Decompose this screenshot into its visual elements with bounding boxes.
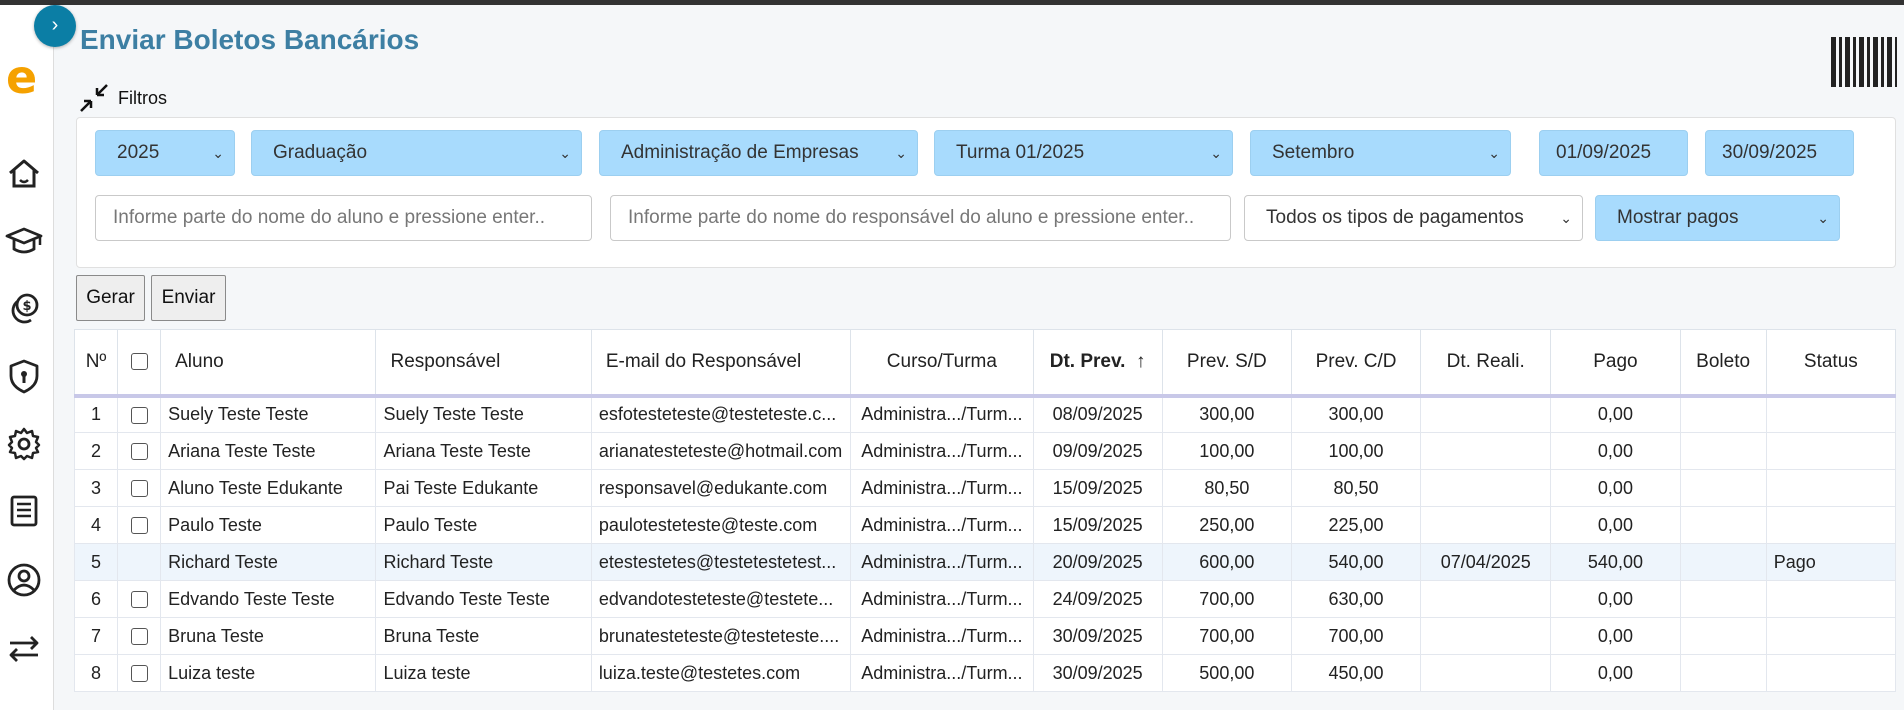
date-to-input[interactable]: 30/09/2025 — [1705, 130, 1854, 176]
row-checkbox[interactable] — [130, 591, 148, 609]
filters-toggle[interactable]: Filtros — [78, 83, 167, 113]
table-row[interactable]: 1 Suely Teste Teste Suely Teste Teste es… — [73, 395, 1897, 433]
row-checkbox[interactable] — [130, 628, 148, 646]
col-guardian-email[interactable]: E-mail do Responsável — [590, 329, 852, 398]
main-content: Enviar Boletos Bancários Filtros 2025 ⌄ G… — [54, 5, 1904, 710]
col-course-class[interactable]: Curso/Turma — [850, 329, 1034, 398]
app-logo: e — [6, 50, 38, 104]
chevron-down-icon: ⌄ — [895, 145, 907, 161]
col-due-date[interactable]: Dt. Prev. ↑ — [1032, 329, 1163, 398]
shield-icon[interactable] — [4, 356, 44, 396]
filters-label: Filtros — [118, 87, 167, 108]
sort-ascending-icon: ↑ — [1136, 350, 1146, 372]
row-checkbox[interactable] — [130, 517, 148, 535]
guardian-search-input[interactable]: Informe parte do nome do responsável do … — [610, 195, 1231, 241]
table-row[interactable]: 6 Edvando Teste Teste Edvando Teste Test… — [73, 580, 1897, 618]
chevron-down-icon: ⌄ — [1560, 210, 1572, 226]
select-all-checkbox[interactable] — [130, 353, 148, 371]
table-row[interactable]: 3 Aluno Teste Edukante Pai Teste Edukant… — [73, 469, 1897, 507]
user-circle-icon[interactable] — [4, 560, 44, 600]
payment-type-select[interactable]: Todos os tipos de pagamentos ⌄ — [1244, 195, 1583, 241]
svg-text:$: $ — [22, 299, 31, 314]
class-select[interactable]: Turma 01/2025 ⌄ — [934, 130, 1233, 176]
money-icon[interactable]: $ — [4, 288, 44, 328]
col-paid-date[interactable]: Dt. Reali. — [1420, 329, 1552, 398]
col-boleto[interactable]: Boleto — [1679, 329, 1767, 398]
row-checkbox[interactable] — [130, 443, 148, 461]
table-row[interactable]: 4 Paulo Teste Paulo Teste paulotestetest… — [73, 506, 1897, 544]
collapse-icon — [80, 84, 108, 112]
row-checkbox[interactable] — [130, 665, 148, 683]
home-icon[interactable] — [4, 153, 44, 193]
chevron-down-icon: ⌄ — [1488, 145, 1500, 161]
month-select[interactable]: Setembro ⌄ — [1250, 130, 1511, 176]
transfer-icon[interactable] — [4, 629, 44, 669]
send-button[interactable]: Enviar — [151, 275, 226, 321]
col-select-all[interactable] — [117, 329, 162, 398]
col-student[interactable]: Aluno — [160, 329, 377, 398]
col-paid[interactable]: Pago — [1550, 329, 1681, 398]
graduation-cap-icon[interactable] — [4, 220, 44, 260]
show-paid-select[interactable]: Mostrar pagos ⌄ — [1595, 195, 1840, 241]
chevron-down-icon: ⌄ — [212, 145, 224, 161]
col-expected-no-discount[interactable]: Prev. S/D — [1161, 329, 1292, 398]
gear-icon[interactable] — [4, 424, 44, 464]
table-row[interactable]: 7 Bruna Teste Bruna Teste brunatestetest… — [73, 617, 1897, 655]
col-number[interactable]: Nº — [73, 329, 119, 398]
col-guardian[interactable]: Responsável — [375, 329, 592, 398]
generate-button[interactable]: Gerar — [76, 275, 145, 321]
course-select[interactable]: Administração de Empresas ⌄ — [599, 130, 918, 176]
table-row[interactable]: 5 Richard Teste Richard Teste etestestet… — [73, 543, 1897, 581]
date-from-input[interactable]: 01/09/2025 — [1539, 130, 1688, 176]
col-expected-with-discount[interactable]: Prev. C/D — [1290, 329, 1422, 398]
year-select[interactable]: 2025 ⌄ — [95, 130, 235, 176]
student-search-input[interactable]: Informe parte do nome do aluno e pressio… — [95, 195, 592, 241]
chevron-down-icon: ⌄ — [1210, 145, 1222, 161]
expand-sidebar-button[interactable]: › — [34, 5, 76, 47]
col-status[interactable]: Status — [1765, 329, 1897, 398]
chevron-down-icon: ⌄ — [1817, 210, 1829, 226]
table-row[interactable]: 2 Ariana Teste Teste Ariana Teste Teste … — [73, 432, 1897, 470]
boletos-table: Nº Aluno Responsável E-mail do Responsáv… — [73, 329, 1897, 692]
report-icon[interactable] — [4, 491, 44, 531]
status-paid: Pago — [1765, 543, 1897, 581]
sidebar: e $ — [0, 5, 54, 710]
level-select[interactable]: Graduação ⌄ — [251, 130, 582, 176]
barcode-icon[interactable] — [1829, 35, 1899, 89]
table-row[interactable]: 8 Luiza teste Luiza teste luiza.teste@te… — [73, 654, 1897, 692]
filter-panel: 2025 ⌄ Graduação ⌄ Administração de Empres… — [76, 117, 1896, 268]
row-checkbox[interactable] — [130, 480, 148, 498]
table-header-row: Nº Aluno Responsável E-mail do Responsáv… — [73, 329, 1897, 398]
page-title: Enviar Boletos Bancários — [80, 24, 420, 55]
row-checkbox[interactable] — [130, 407, 148, 424]
chevron-down-icon: ⌄ — [559, 145, 571, 161]
